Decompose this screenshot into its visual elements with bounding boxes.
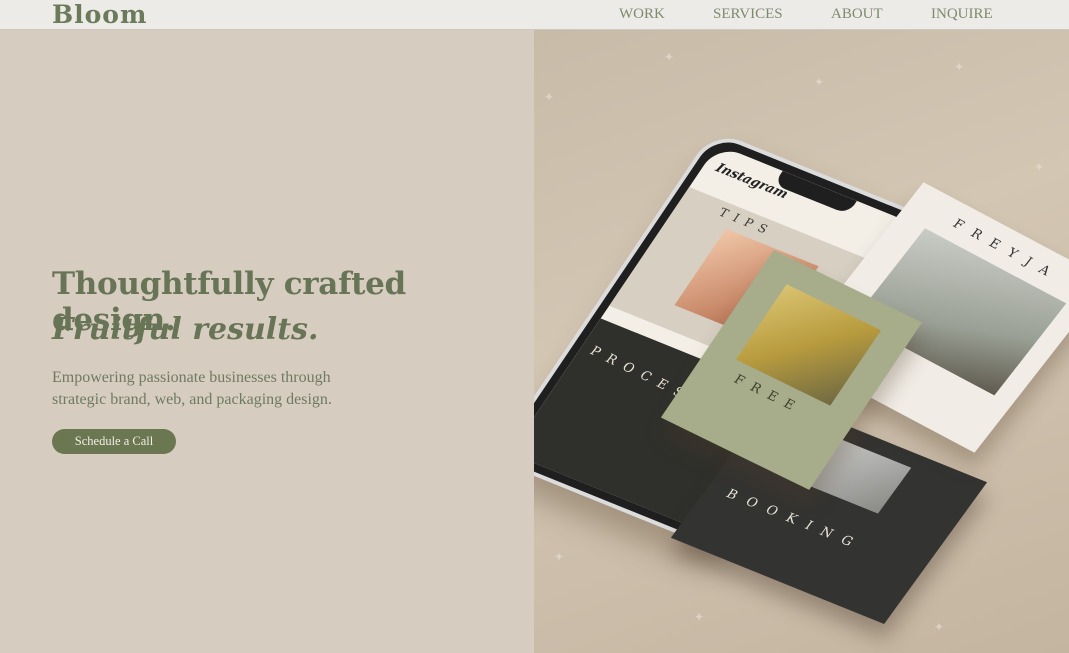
sparkle-icon: ✦: [954, 60, 965, 74]
sparkle-icon: ✦: [814, 75, 825, 89]
sparkle-icon: ✦: [544, 90, 555, 104]
hero-text-panel: Thoughtfully crafted design. Fruitful re…: [0, 30, 534, 653]
nav-item-about[interactable]: ABOUT: [831, 6, 883, 23]
nav-item-services[interactable]: SERVICES: [713, 6, 783, 23]
sparkle-icon: ✦: [1034, 160, 1045, 174]
top-navigation-bar: Bloom WORK SERVICES ABOUT INQUIRE: [0, 0, 1069, 30]
hero-headline-italic: Fruitful results.: [52, 312, 319, 347]
hero-mockup-image: ✦ ✦ ✦ ✦ ✦ ✦ ✦ ✦ Instagram TIPS PROCESS B…: [534, 30, 1069, 653]
sparkle-icon: ✦: [694, 610, 705, 624]
schedule-call-button[interactable]: Schedule a Call: [52, 429, 176, 454]
sparkle-icon: ✦: [664, 50, 675, 64]
nav-item-inquire[interactable]: INQUIRE: [931, 6, 993, 23]
nav-item-work[interactable]: WORK: [619, 6, 665, 23]
brand-logo[interactable]: Bloom: [52, 0, 147, 30]
sparkle-icon: ✦: [934, 620, 945, 634]
hero-subtext: Empowering passionate businesses through…: [52, 369, 332, 408]
sparkle-icon: ✦: [554, 550, 565, 564]
